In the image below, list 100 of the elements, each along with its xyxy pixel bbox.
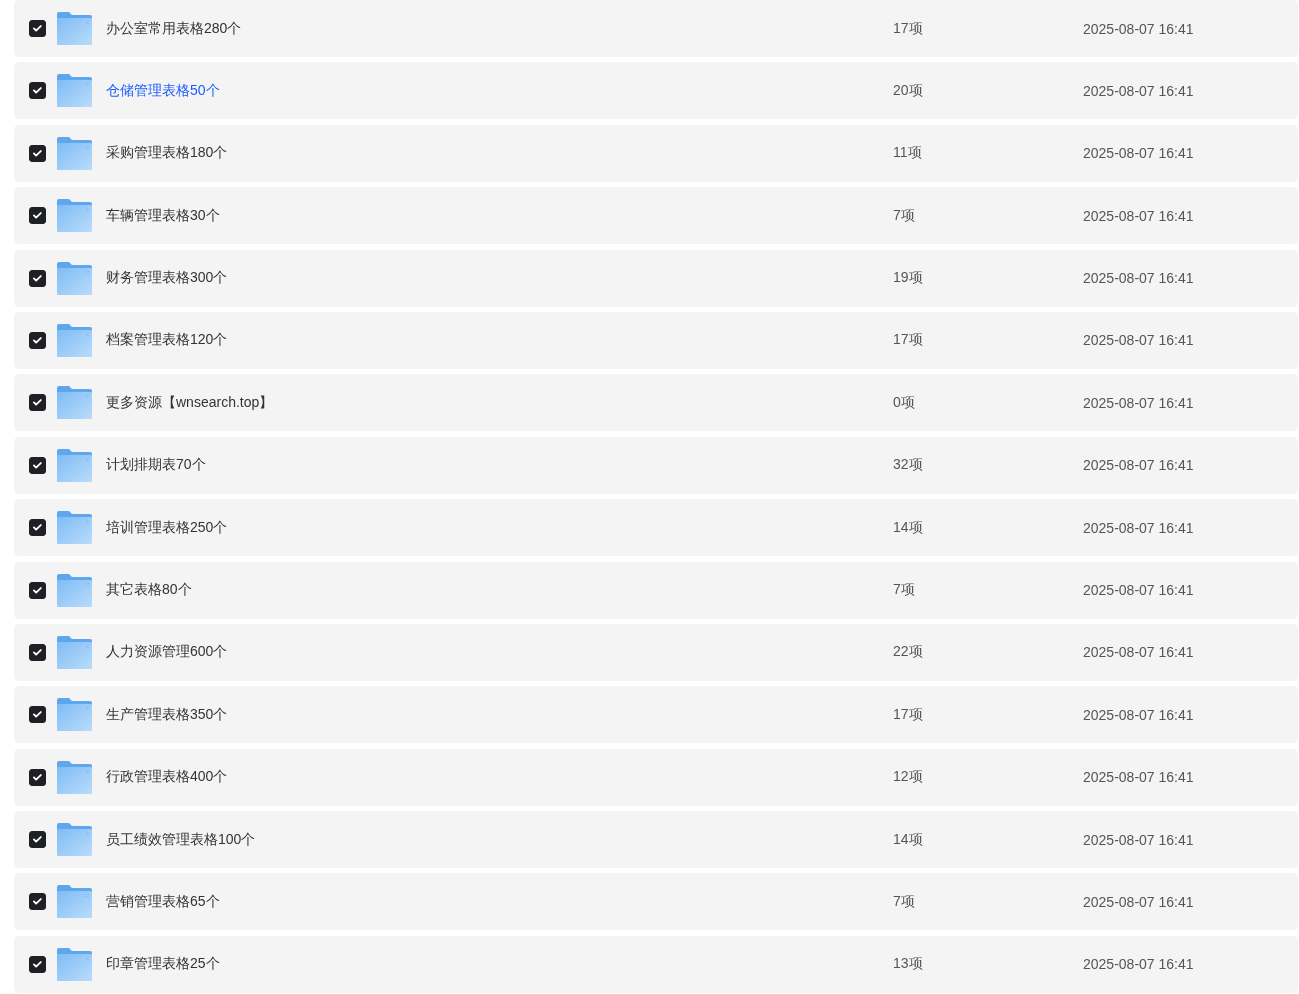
folder-row[interactable]: 财务管理表格300个 19项 2025-08-07 16:41	[14, 249, 1298, 307]
item-count: 32项	[893, 456, 923, 475]
folder-icon	[57, 823, 92, 857]
checkmark-icon	[33, 149, 42, 157]
checkmark-icon	[33, 586, 42, 594]
folder-name[interactable]: 计划排期表70个	[106, 456, 206, 475]
folder-name[interactable]: 仓储管理表格50个	[106, 81, 220, 100]
item-count: 22项	[893, 643, 923, 662]
folder-row[interactable]: 其它表格80个 7项 2025-08-07 16:41	[14, 561, 1298, 619]
item-count: 7项	[893, 892, 915, 911]
folder-name[interactable]: 生产管理表格350个	[106, 705, 228, 724]
checkbox[interactable]	[29, 20, 46, 37]
modified-date: 2025-08-07 16:41	[1083, 394, 1194, 411]
checkbox[interactable]	[29, 706, 46, 724]
checkmark-icon	[33, 648, 42, 656]
folder-name[interactable]: 行政管理表格400个	[106, 768, 228, 787]
item-count: 20项	[893, 81, 923, 100]
modified-date: 2025-08-07 16:41	[1083, 20, 1194, 37]
item-count: 7项	[893, 581, 915, 599]
folder-icon	[57, 261, 92, 295]
modified-date: 2025-08-07 16:41	[1083, 519, 1194, 536]
item-count: 19项	[893, 269, 923, 288]
item-count: 17项	[893, 19, 923, 38]
folder-icon	[57, 386, 92, 420]
modified-date: 2025-08-07 16:41	[1083, 706, 1194, 723]
folder-row[interactable]: 仓储管理表格50个 20项 2025-08-07 16:41	[14, 62, 1298, 120]
checkbox[interactable]	[29, 831, 46, 849]
folder-name[interactable]: 办公室常用表格280个	[106, 19, 242, 38]
item-count: 17项	[893, 331, 923, 350]
folder-row[interactable]: 办公室常用表格280个 17项 2025-08-07 16:41	[14, 0, 1298, 57]
checkbox[interactable]	[29, 955, 46, 973]
item-count: 13项	[893, 955, 923, 974]
checkbox[interactable]	[29, 82, 46, 100]
folder-name[interactable]: 其它表格80个	[106, 581, 192, 599]
folder-row[interactable]: 计划排期表70个 32项 2025-08-07 16:41	[14, 436, 1298, 494]
checkbox[interactable]	[29, 519, 46, 537]
folder-row[interactable]: 更多资源【wnsearch.top】 0项 2025-08-07 16:41	[14, 374, 1298, 432]
folder-icon	[57, 947, 92, 981]
checkmark-icon	[33, 212, 42, 220]
modified-date: 2025-08-07 16:41	[1083, 893, 1194, 910]
checkmark-icon	[33, 274, 42, 282]
checkbox[interactable]	[29, 893, 46, 911]
folder-name[interactable]: 人力资源管理600个	[106, 643, 228, 662]
folder-row[interactable]: 营销管理表格65个 7项 2025-08-07 16:41	[14, 873, 1298, 931]
item-count: 0项	[893, 393, 915, 412]
folder-name[interactable]: 营销管理表格65个	[106, 892, 220, 911]
folder-name[interactable]: 车辆管理表格30个	[106, 206, 220, 225]
checkmark-icon	[33, 960, 42, 968]
checkmark-icon	[33, 25, 42, 32]
modified-date: 2025-08-07 16:41	[1083, 769, 1194, 786]
folder-row[interactable]: 车辆管理表格30个 7项 2025-08-07 16:41	[14, 187, 1298, 245]
folder-name[interactable]: 培训管理表格250个	[106, 518, 228, 537]
folder-icon	[57, 573, 92, 607]
checkbox[interactable]	[29, 144, 46, 162]
checkbox[interactable]	[29, 643, 46, 661]
checkbox[interactable]	[29, 394, 46, 412]
folder-name[interactable]: 印章管理表格25个	[106, 955, 220, 974]
checkmark-icon	[33, 773, 42, 781]
folder-name[interactable]: 财务管理表格300个	[106, 269, 228, 288]
checkbox[interactable]	[29, 207, 46, 225]
folder-name[interactable]: 档案管理表格120个	[106, 331, 228, 350]
folder-icon	[57, 760, 92, 794]
checkmark-icon	[33, 336, 42, 344]
checkbox[interactable]	[29, 456, 46, 474]
folder-row[interactable]: 培训管理表格250个 14项 2025-08-07 16:41	[14, 499, 1298, 557]
folder-icon	[57, 635, 92, 669]
modified-date: 2025-08-07 16:41	[1083, 644, 1194, 661]
folder-icon	[57, 885, 92, 919]
item-count: 14项	[893, 518, 923, 537]
folder-icon	[57, 448, 92, 482]
item-count: 11项	[893, 144, 922, 163]
folder-row[interactable]: 员工绩效管理表格100个 14项 2025-08-07 16:41	[14, 811, 1298, 869]
modified-date: 2025-08-07 16:41	[1083, 831, 1194, 848]
folder-row[interactable]: 人力资源管理600个 22项 2025-08-07 16:41	[14, 623, 1298, 681]
checkbox[interactable]	[29, 581, 46, 599]
modified-date: 2025-08-07 16:41	[1083, 582, 1194, 598]
item-count: 17项	[893, 705, 923, 724]
checkmark-icon	[33, 711, 42, 719]
folder-row[interactable]: 印章管理表格25个 13项 2025-08-07 16:41	[14, 935, 1298, 993]
checkbox[interactable]	[29, 269, 46, 287]
item-count: 7项	[893, 206, 915, 225]
folder-name[interactable]: 员工绩效管理表格100个	[106, 830, 256, 849]
folder-row[interactable]: 行政管理表格400个 12项 2025-08-07 16:41	[14, 748, 1298, 806]
folder-row[interactable]: 采购管理表格180个 11项 2025-08-07 16:41	[14, 124, 1298, 182]
folder-row[interactable]: 生产管理表格350个 17项 2025-08-07 16:41	[14, 686, 1298, 744]
item-count: 12项	[893, 768, 923, 787]
checkbox[interactable]	[29, 768, 46, 786]
modified-date: 2025-08-07 16:41	[1083, 82, 1194, 99]
checkmark-icon	[33, 836, 42, 844]
modified-date: 2025-08-07 16:41	[1083, 956, 1194, 973]
checkmark-icon	[33, 898, 42, 906]
folder-icon	[57, 136, 92, 170]
folder-name[interactable]: 更多资源【wnsearch.top】	[106, 393, 274, 412]
folder-name[interactable]: 采购管理表格180个	[106, 144, 228, 163]
modified-date: 2025-08-07 16:41	[1083, 145, 1194, 162]
folder-icon	[57, 199, 92, 233]
checkbox[interactable]	[29, 331, 46, 349]
folder-icon	[57, 12, 92, 45]
folder-row[interactable]: 档案管理表格120个 17项 2025-08-07 16:41	[14, 311, 1298, 369]
checkmark-icon	[33, 524, 42, 532]
